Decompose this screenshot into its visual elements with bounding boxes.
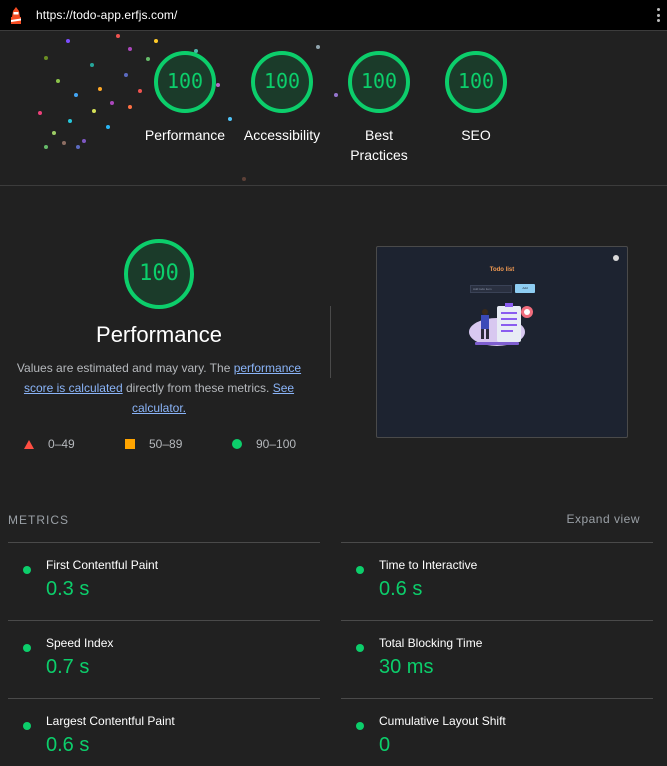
gauge-score: 100 [457, 69, 495, 93]
url-text[interactable]: https://todo-app.erfjs.com/ [36, 8, 177, 22]
performance-gauge: 100 [123, 238, 195, 310]
accessibility-gauge-seo[interactable]: 100 [444, 50, 508, 114]
metric-value: 30 ms [379, 656, 434, 678]
accessibility-gauge-performance[interactable]: 100 [153, 50, 217, 114]
gauge-score: 100 [360, 69, 398, 93]
description-text: Values are estimated and may vary. The [16, 361, 234, 375]
metric-first-contentful-paint: First Contentful Paint 0.3 s [8, 542, 320, 618]
fail-triangle-icon [24, 439, 34, 449]
metric-label: First Contentful Paint [46, 558, 159, 572]
metric-value: 0.6 s [46, 734, 90, 756]
gauge-label-accessibility[interactable]: Accessibility [232, 125, 332, 145]
performance-title: Performance [96, 322, 222, 347]
metric-total-blocking-time: Total Blocking Time 30 ms [341, 620, 653, 696]
pass-circle-icon [356, 722, 364, 730]
section-divider [330, 306, 331, 378]
gauge-label-best-practices[interactable]: Best Practices [339, 125, 419, 165]
score-summary-header [0, 31, 667, 186]
confetti-decoration [38, 34, 338, 181]
metric-label: Time to Interactive [379, 558, 478, 572]
metric-speed-index: Speed Index 0.7 s [8, 620, 320, 696]
thumb-input: Add todo item [470, 285, 512, 293]
metric-cumulative-layout-shift: Cumulative Layout Shift 0 [341, 698, 653, 766]
gauge-score: 100 [166, 69, 204, 93]
thumb-title: Todo list [489, 267, 515, 273]
final-screenshot[interactable]: Todo list Add todo item Add [376, 246, 628, 438]
metric-label: Largest Contentful Paint [46, 714, 175, 728]
gauge-score: 100 [139, 261, 179, 286]
accessibility-gauge-accessibility[interactable]: 100 [250, 50, 314, 114]
description-text: directly from these metrics. [122, 381, 273, 395]
legend-fail-label: 0–49 [48, 437, 75, 451]
metric-value: 0.7 s [46, 656, 90, 678]
gauge-label-seo[interactable]: SEO [436, 125, 516, 145]
thumb-add-button: Add [515, 284, 535, 293]
metric-value: 0 [379, 734, 391, 756]
accessibility-gauge-best-practices[interactable]: 100 [347, 50, 411, 114]
address-bar: https://todo-app.erfjs.com/ [0, 0, 667, 31]
metric-time-to-interactive: Time to Interactive 0.6 s [341, 542, 653, 618]
legend-pass: 90–100 [232, 436, 296, 452]
pass-circle-icon [23, 722, 31, 730]
legend-pass-label: 90–100 [256, 437, 297, 451]
metric-value: 0.6 s [379, 578, 423, 600]
more-menu-icon[interactable] [657, 8, 661, 22]
metric-label: Speed Index [46, 636, 114, 650]
pass-circle-icon [232, 439, 242, 449]
pass-circle-icon [23, 644, 31, 652]
metric-label: Total Blocking Time [379, 636, 483, 650]
pass-circle-icon [23, 566, 31, 574]
metric-label: Cumulative Layout Shift [379, 714, 506, 728]
legend-average: 50–89 [125, 436, 182, 452]
pass-circle-icon [356, 566, 364, 574]
theme-toggle-icon [613, 255, 619, 261]
metrics-heading: METRICS [8, 513, 69, 527]
performance-description: Values are estimated and may vary. The p… [14, 358, 304, 418]
pass-circle-icon [356, 644, 364, 652]
gauge-label-performance[interactable]: Performance [136, 125, 234, 145]
expand-view-toggle[interactable]: Expand view [566, 512, 640, 526]
legend-fail: 0–49 [24, 436, 75, 452]
legend-average-label: 50–89 [149, 437, 183, 451]
todo-illustration [469, 303, 533, 346]
average-square-icon [125, 439, 135, 449]
metric-largest-contentful-paint: Largest Contentful Paint 0.6 s [8, 698, 320, 766]
metric-value: 0.3 s [46, 578, 90, 600]
gauge-score: 100 [263, 69, 301, 93]
lighthouse-icon [11, 7, 21, 24]
